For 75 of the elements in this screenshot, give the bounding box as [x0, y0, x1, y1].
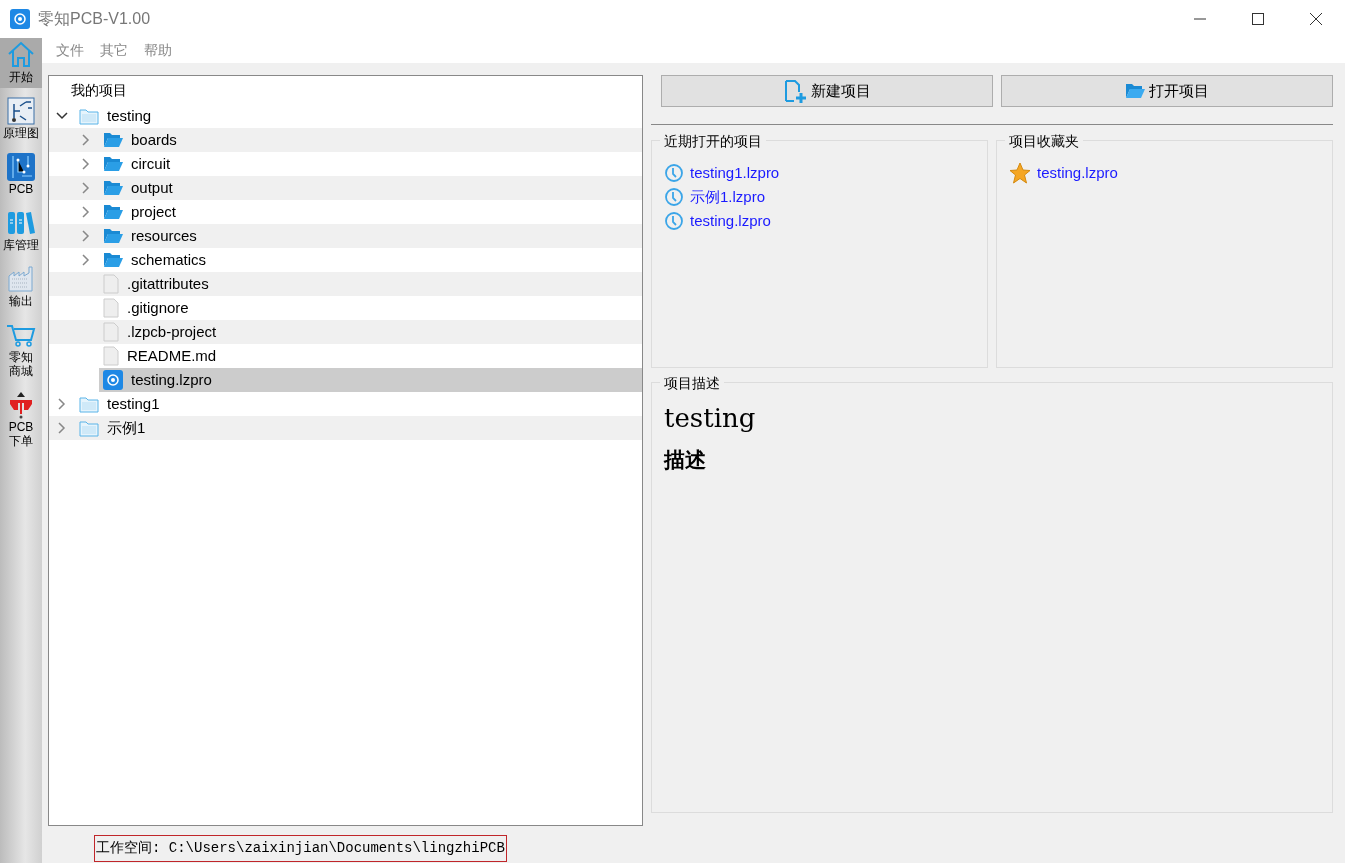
tree-label: 示例1: [107, 417, 146, 438]
file-icon: [103, 274, 119, 294]
maximize-icon: [1252, 13, 1264, 25]
file-icon: [103, 346, 119, 366]
sidebar-item[interactable]: PCB 下单: [0, 388, 42, 452]
tree-header: 我的项目: [70, 81, 128, 100]
sidebar-item[interactable]: 库管理: [0, 206, 42, 256]
folder-icon: [103, 179, 123, 197]
tree-item[interactable]: README.md: [49, 344, 642, 368]
folder-icon: [79, 107, 99, 125]
clock-icon: [664, 211, 684, 231]
tree-label: project: [131, 201, 177, 222]
menu-item[interactable]: 帮助: [144, 40, 172, 61]
schematic-icon: [6, 96, 36, 126]
tree-item[interactable]: testing1: [49, 392, 642, 416]
tree-label: .gitattributes: [127, 273, 209, 294]
sidebar-item[interactable]: 原理图: [0, 94, 42, 144]
menu-item[interactable]: 文件: [56, 40, 84, 61]
pcb-icon: [6, 152, 36, 182]
folder-icon: [79, 395, 99, 413]
project-link[interactable]: testing.lzpro: [1037, 161, 1118, 185]
star-icon: [1009, 162, 1031, 184]
clock-icon: [664, 163, 684, 183]
project-link[interactable]: testing1.lzpro: [690, 161, 780, 185]
tree-item[interactable]: output: [49, 176, 642, 200]
tree-item[interactable]: 示例1: [49, 416, 642, 440]
menu-item[interactable]: 其它: [100, 40, 128, 61]
project-button[interactable]: 打开项目: [1001, 75, 1333, 107]
folder-icon: [103, 251, 123, 269]
folder-icon: [103, 155, 123, 173]
project-name: testing: [664, 402, 756, 435]
project-file-icon: [103, 370, 123, 390]
tree-label: output: [131, 177, 173, 198]
tree-item[interactable]: .gitattributes: [49, 272, 642, 296]
clock-icon: [664, 187, 684, 207]
sidebar-item[interactable]: PCB: [0, 150, 42, 200]
file-icon: [103, 322, 119, 342]
project-button[interactable]: 新建项目: [661, 75, 993, 107]
tree-label: resources: [131, 225, 197, 246]
project-link[interactable]: testing.lzpro: [690, 209, 771, 233]
folder-icon: [1125, 83, 1145, 99]
tree-item[interactable]: resources: [49, 224, 642, 248]
tree-item[interactable]: testing: [49, 104, 642, 128]
tree-item[interactable]: .lzpcb-project: [49, 320, 642, 344]
folder-icon: [103, 131, 123, 149]
tree-label: schematics: [131, 249, 207, 270]
tree-label: testing.lzpro: [131, 369, 212, 390]
tree-label: .gitignore: [127, 297, 189, 318]
folder-icon: [103, 203, 123, 221]
home-icon: [6, 40, 36, 70]
app-logo-icon: [10, 9, 30, 29]
file-icon: [103, 298, 119, 318]
tree-label: boards: [131, 129, 177, 150]
output-icon: [6, 264, 36, 294]
sidebar-item[interactable]: 输出: [0, 262, 42, 312]
tree-label: testing: [107, 105, 152, 126]
tree-label: circuit: [131, 153, 171, 174]
project-link[interactable]: 示例1.lzpro: [690, 185, 766, 209]
sidebar-item[interactable]: 零知 商城: [0, 318, 42, 382]
workspace-path: 工作空间: C:\Users\zaixinjian\Documents\lingzhiPCB: [94, 835, 507, 862]
window-title: 零知PCB-V1.00: [38, 9, 151, 29]
tree-item[interactable]: project: [49, 200, 642, 224]
tree-item[interactable]: boards: [49, 128, 642, 152]
tree-label: README.md: [127, 345, 217, 366]
project-description: 描述: [664, 447, 706, 473]
tree-item[interactable]: schematics: [49, 248, 642, 272]
new-file-icon: [783, 79, 807, 103]
tree-item[interactable]: .gitignore: [49, 296, 642, 320]
tree-item[interactable]: circuit: [49, 152, 642, 176]
folder-icon: [79, 419, 99, 437]
sidebar-item[interactable]: 开始: [0, 38, 42, 88]
folder-icon: [103, 227, 123, 245]
close-icon: [1310, 13, 1322, 25]
tree-label: .lzpcb-project: [127, 321, 217, 342]
tree-label: testing1: [107, 393, 160, 414]
